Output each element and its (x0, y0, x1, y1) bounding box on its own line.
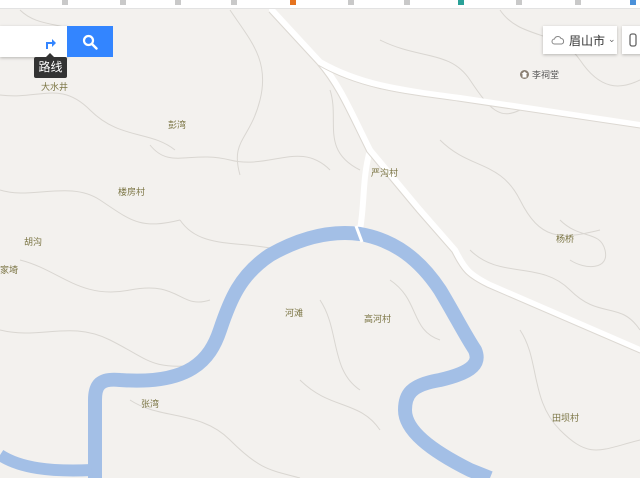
place-label: 严沟村 (371, 169, 399, 179)
place-label: 胡沟 (24, 238, 43, 248)
place-label: 楼房村 (118, 188, 146, 198)
route-tooltip: 路线 (34, 53, 67, 78)
map-tools-button[interactable] (622, 26, 640, 54)
chevron-down-icon: ⌄ (608, 35, 616, 45)
place-label: 田坝村 (552, 414, 580, 424)
place-label: 家埼 (0, 266, 19, 276)
search-input[interactable] (0, 26, 68, 57)
route-arrow-icon (46, 38, 56, 49)
place-label: 彭湾 (168, 121, 187, 131)
cloud-icon (551, 36, 565, 45)
search-icon (82, 34, 98, 50)
poi-label: 李祠堂 (532, 71, 560, 81)
city-name: 眉山市 (569, 33, 606, 48)
place-label: 杨桥 (556, 235, 575, 245)
place-label: 大水井 (41, 83, 69, 93)
place-label: 高河村 (364, 315, 392, 325)
search-button[interactable] (67, 26, 113, 57)
place-label: 张湾 (141, 400, 160, 410)
layers-icon (629, 33, 637, 47)
place-label: 河滩 (285, 309, 304, 319)
poi-marker[interactable]: 李祠堂 (520, 68, 559, 81)
temple-icon (520, 70, 529, 79)
city-selector[interactable]: 眉山市 ⌄ (543, 26, 617, 54)
browser-bookmark-strip (0, 0, 640, 9)
